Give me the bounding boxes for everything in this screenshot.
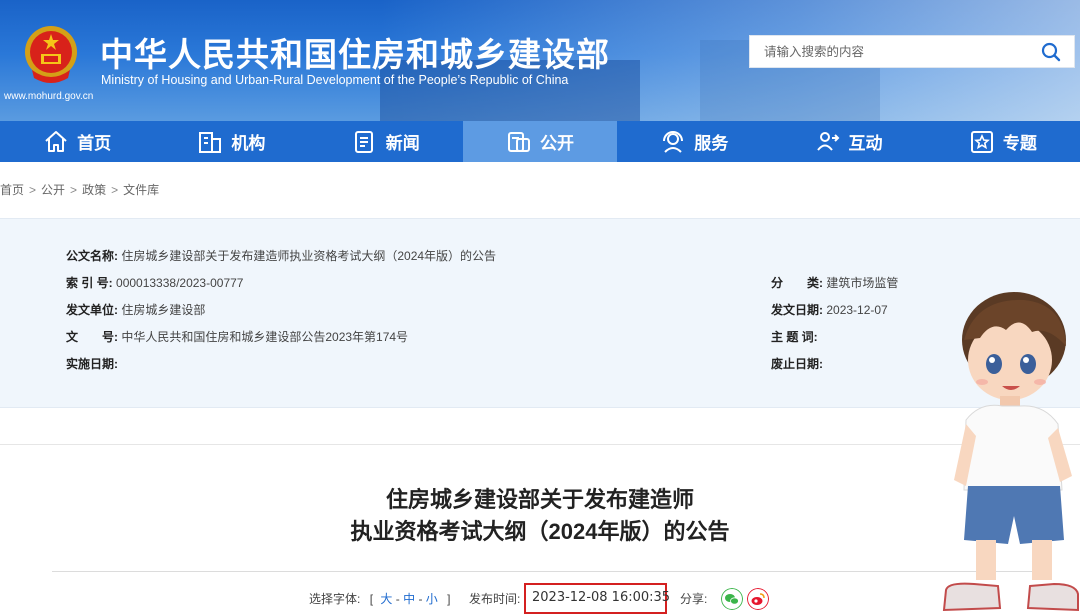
cartoon-boy-illustration (942, 292, 1079, 612)
nav-item-label: 新闻 (385, 134, 420, 153)
bracket: [ (369, 592, 374, 606)
nav-item-organization[interactable]: 机构 (154, 121, 308, 162)
breadcrumb-item-file-library[interactable]: 文件库 (123, 183, 159, 197)
service-icon (663, 130, 684, 153)
info-row-repeal-date: 废止日期: (771, 355, 823, 372)
info-row-effective-date: 实施日期: (66, 355, 118, 372)
info-value: 2023-12-07 (826, 303, 888, 317)
nav-item-disclosure[interactable]: 公开 (462, 121, 618, 162)
info-value: 中华人民共和国住房和城乡建设部公告2023年第174号 (121, 330, 409, 344)
nav-item-label: 首页 (77, 134, 112, 153)
site-url: www.mohurd.gov.cn (4, 91, 94, 102)
info-label: 实施日期: (66, 357, 118, 371)
document-title: 住房城乡建设部关于发布建造师 执业资格考试大纲（2024年版）的公告 (0, 484, 1080, 548)
info-row-title: 公文名称: 住房城乡建设部关于发布建造师执业资格考试大纲（2024年版）的公告 (66, 247, 496, 264)
document-info-panel: 公文名称: 住房城乡建设部关于发布建造师执业资格考试大纲（2024年版）的公告 … (0, 218, 1080, 408)
nav-item-special-topics[interactable]: 专题 (926, 121, 1080, 162)
info-label: 废止日期: (771, 357, 823, 371)
info-label: 索 引 号: (66, 276, 113, 290)
info-row-issue-date: 发文日期: 2023-12-07 (771, 301, 888, 318)
nav-item-news[interactable]: 新闻 (309, 121, 463, 162)
font-size-separator: - (395, 592, 400, 606)
search-icon[interactable] (1040, 41, 1062, 63)
breadcrumb-item-disclosure[interactable]: 公开 (41, 183, 65, 197)
news-icon (354, 130, 373, 153)
breadcrumb-separator: > (70, 183, 78, 197)
breadcrumb-item-policy[interactable]: 政策 (82, 183, 106, 197)
info-label: 发文日期: (771, 303, 823, 317)
site-subtitle: Ministry of Housing and Urban-Rural Deve… (101, 73, 569, 87)
info-value: 建筑市场监管 (826, 276, 899, 290)
font-size-medium-link[interactable]: 中 (403, 592, 415, 606)
section-divider (0, 444, 1080, 445)
breadcrumb-item-home[interactable]: 首页 (0, 183, 24, 197)
bracket: ] (447, 592, 451, 606)
info-row-issuer: 发文单位: 住房城乡建设部 (66, 301, 205, 318)
nav-item-label: 公开 (539, 134, 574, 153)
nav-item-label: 机构 (231, 134, 266, 153)
info-value: 住房城乡建设部关于发布建造师执业资格考试大纲（2024年版）的公告 (121, 249, 497, 263)
home-icon (45, 130, 67, 152)
font-size-selector: 选择字体: [ 大 - 中 - 小 ] (309, 590, 450, 607)
font-size-separator: - (418, 592, 423, 606)
national-emblem-icon[interactable] (22, 22, 80, 86)
document-title-line: 住房城乡建设部关于发布建造师 (385, 487, 694, 512)
main-nav: 首页 机构 新闻 公开 服务 互动 专题 (0, 121, 1080, 162)
info-row-index: 索 引 号: 000013338/2023-00777 (66, 274, 243, 291)
publish-time-value: 2023-12-08 16:00:35 (532, 590, 671, 605)
nav-item-interaction[interactable]: 互动 (771, 121, 925, 162)
wechat-share-icon[interactable] (721, 588, 743, 610)
publish-time-label: 发布时间: (469, 592, 521, 606)
title-rule (52, 571, 1042, 572)
font-size-small-link[interactable]: 小 (426, 592, 438, 606)
font-size-label: 选择字体: (309, 592, 361, 606)
share-label: 分享: (680, 592, 708, 606)
breadcrumb-separator: > (111, 183, 119, 197)
info-row-doc-number: 文 号: 中华人民共和国住房和城乡建设部公告2023年第174号 (66, 328, 408, 345)
info-value: 住房城乡建设部 (121, 303, 206, 317)
breadcrumb: 首页 > 公开 > 政策 > 文件库 (0, 181, 159, 198)
search-input[interactable] (750, 36, 1030, 67)
interaction-icon (816, 131, 839, 151)
nav-item-label: 互动 (848, 134, 883, 153)
info-label: 发文单位: (66, 303, 118, 317)
info-label: 分 类: (771, 276, 823, 290)
nav-item-label: 服务 (694, 134, 729, 153)
info-label: 主 题 词: (771, 330, 818, 344)
font-size-large-link[interactable]: 大 (380, 592, 392, 606)
nav-item-home[interactable]: 首页 (0, 121, 154, 162)
site-title[interactable]: 中华人民共和国住房和城乡建设部 (100, 28, 610, 76)
nav-item-label: 专题 (1002, 134, 1037, 153)
star-icon (970, 130, 993, 153)
info-label: 公文名称: (66, 249, 118, 263)
disclosure-icon (507, 131, 530, 152)
info-row-category: 分 类: 建筑市场监管 (771, 274, 898, 291)
breadcrumb-separator: > (29, 183, 37, 197)
building-icon (199, 131, 222, 153)
site-header: www.mohurd.gov.cn 中华人民共和国住房和城乡建设部 Minist… (0, 0, 1080, 121)
search-box (749, 35, 1075, 68)
info-value: 000013338/2023-00777 (116, 276, 244, 290)
info-row-keywords: 主 题 词: (771, 328, 818, 345)
nav-item-service[interactable]: 服务 (617, 121, 771, 162)
weibo-share-icon[interactable] (747, 588, 769, 610)
document-title-line: 执业资格考试大纲（2024年版）的公告 (350, 519, 730, 544)
info-label: 文 号: (66, 330, 118, 344)
